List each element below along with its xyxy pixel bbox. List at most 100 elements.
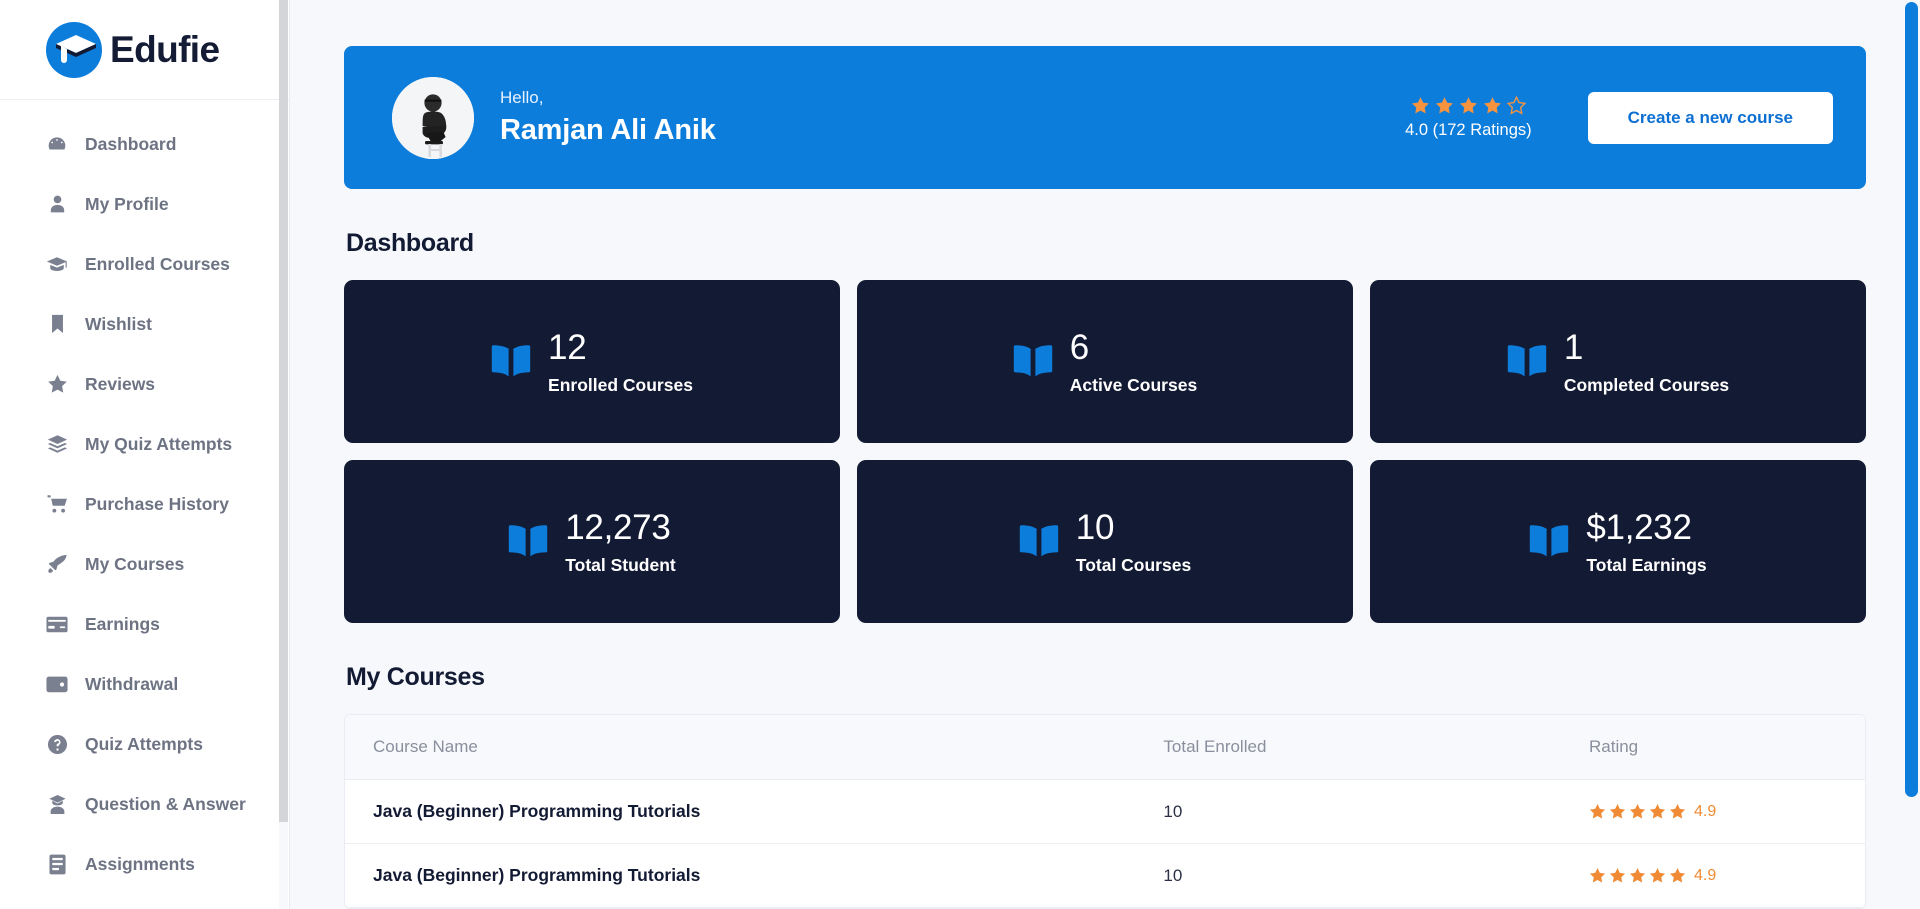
star-filled-icon	[1609, 867, 1626, 884]
cell-total-enrolled: 10	[1135, 780, 1561, 844]
stat-label: Enrolled Courses	[548, 375, 693, 396]
sidebar-item-my-profile[interactable]: My Profile	[0, 174, 289, 234]
instructor-rating: 4.0 (172 Ratings)	[1405, 96, 1532, 140]
sidebar-nav: Dashboard My Profile Enrolled Courses Wi…	[0, 100, 289, 909]
dashboard-title: Dashboard	[346, 229, 1866, 258]
stat-card-total-student[interactable]: 12,273 Total Student	[344, 460, 840, 623]
app-root: Edufie Dashboard My Profile Enrolled Cou	[0, 0, 1920, 909]
stat-text-block: 12 Enrolled Courses	[548, 327, 693, 395]
column-header-total-enrolled[interactable]: Total Enrolled	[1135, 715, 1561, 780]
banner-user-block: Hello, Ramjan Ali Anik	[392, 77, 716, 159]
cell-rating: 4.9	[1561, 780, 1865, 844]
sidebar-item-label: My Profile	[85, 194, 169, 215]
stat-value: 10	[1076, 507, 1191, 548]
sidebar-item-quiz-attempts[interactable]: Quiz Attempts	[0, 714, 289, 774]
user-name: Ramjan Ali Anik	[500, 111, 716, 150]
document-list-icon	[46, 853, 68, 875]
my-courses-title: My Courses	[346, 663, 1866, 692]
open-book-icon	[491, 344, 531, 380]
user-graduate-icon	[46, 793, 68, 815]
sidebar-item-label: My Courses	[85, 554, 184, 575]
stat-text-block: $1,232 Total Earnings	[1586, 507, 1706, 575]
sidebar-scrollbar-thumb[interactable]	[279, 0, 288, 822]
star-filled-icon	[1669, 803, 1686, 820]
sidebar-item-settings[interactable]: Settings	[0, 894, 289, 909]
rating-value: 4.9	[1694, 867, 1716, 885]
greeting-block: Hello, Ramjan Ali Anik	[500, 85, 716, 150]
stat-card-completed-courses[interactable]: 1 Completed Courses	[1370, 280, 1866, 443]
stat-text-block: 12,273 Total Student	[565, 507, 676, 575]
graduation-cap-icon	[46, 253, 68, 275]
rating-stars: 4.9	[1589, 803, 1865, 821]
stat-label: Total Courses	[1076, 555, 1191, 576]
stat-card-active-courses[interactable]: 6 Active Courses	[857, 280, 1353, 443]
stat-card-enrolled-courses[interactable]: 12 Enrolled Courses	[344, 280, 840, 443]
sidebar-item-label: Enrolled Courses	[85, 254, 230, 275]
column-header-rating[interactable]: Rating	[1561, 715, 1865, 780]
stat-value: 12,273	[565, 507, 676, 548]
star-filled-icon	[1649, 867, 1666, 884]
main-content: Hello, Ramjan Ali Anik 4.0 (172 Ratings)…	[290, 0, 1920, 909]
sidebar-item-wishlist[interactable]: Wishlist	[0, 294, 289, 354]
stat-card-total-earnings[interactable]: $1,232 Total Earnings	[1370, 460, 1866, 623]
sidebar-item-withdrawal[interactable]: Withdrawal	[0, 654, 289, 714]
stat-label: Active Courses	[1070, 375, 1197, 396]
sidebar-item-label: Question & Answer	[85, 794, 246, 815]
sidebar-item-label: Reviews	[85, 374, 155, 395]
stat-card-row-2: 12,273 Total Student 10 Total Courses	[344, 460, 1866, 623]
stat-label: Total Earnings	[1586, 555, 1706, 576]
sidebar-item-my-courses[interactable]: My Courses	[0, 534, 289, 594]
layers-icon	[46, 433, 68, 455]
cell-rating: 4.9	[1561, 844, 1865, 908]
graduation-cap-logo-icon	[46, 22, 102, 78]
star-filled-icon	[1589, 803, 1606, 820]
credit-card-icon	[46, 613, 68, 635]
rating-stars	[1405, 96, 1532, 115]
star-filled-icon	[1629, 803, 1646, 820]
stat-text-block: 6 Active Courses	[1070, 327, 1197, 395]
create-new-course-button[interactable]: Create a new course	[1588, 92, 1833, 144]
shopping-cart-icon	[46, 493, 68, 515]
sidebar-item-dashboard[interactable]: Dashboard	[0, 114, 289, 174]
table-row[interactable]: Java (Beginner) Programming Tutorials 10…	[345, 844, 1865, 908]
stat-label: Completed Courses	[1564, 375, 1729, 396]
rating-value: 4.9	[1694, 803, 1716, 821]
star-filled-icon	[1435, 96, 1454, 115]
bookmark-icon	[46, 313, 68, 335]
sidebar-item-enrolled-courses[interactable]: Enrolled Courses	[0, 234, 289, 294]
sidebar-item-label: Earnings	[85, 614, 160, 635]
open-book-icon	[1529, 524, 1569, 560]
sidebar-item-purchase-history[interactable]: Purchase History	[0, 474, 289, 534]
star-filled-icon	[1459, 96, 1478, 115]
greeting-text: Hello,	[500, 85, 716, 111]
sidebar-item-assignments[interactable]: Assignments	[0, 834, 289, 894]
open-book-icon	[508, 524, 548, 560]
sidebar-item-earnings[interactable]: Earnings	[0, 594, 289, 654]
sidebar-item-label: Wishlist	[85, 314, 152, 335]
stat-value: $1,232	[1586, 507, 1706, 548]
banner-right-block: 4.0 (172 Ratings) Create a new course	[1405, 92, 1833, 144]
sidebar-item-label: My Quiz Attempts	[85, 434, 232, 455]
star-filled-icon	[1483, 96, 1502, 115]
rating-label: 4.0 (172 Ratings)	[1405, 121, 1532, 140]
star-filled-icon	[1669, 867, 1686, 884]
column-header-course-name[interactable]: Course Name	[345, 715, 1135, 780]
brand-header[interactable]: Edufie	[0, 0, 289, 100]
rating-stars: 4.9	[1589, 867, 1865, 885]
sidebar-item-my-quiz-attempts[interactable]: My Quiz Attempts	[0, 414, 289, 474]
question-circle-icon	[46, 733, 68, 755]
open-book-icon	[1019, 524, 1059, 560]
my-courses-table: Course Name Total Enrolled Rating Java (…	[344, 714, 1866, 909]
star-outline-icon	[1507, 96, 1526, 115]
open-book-icon	[1013, 344, 1053, 380]
stat-card-total-courses[interactable]: 10 Total Courses	[857, 460, 1353, 623]
stat-card-row-1: 12 Enrolled Courses 6 Active Courses	[344, 280, 1866, 443]
sidebar-item-question-answer[interactable]: Question & Answer	[0, 774, 289, 834]
page-scrollbar-thumb[interactable]	[1905, 2, 1918, 797]
stat-value: 12	[548, 327, 693, 368]
star-filled-icon	[1589, 867, 1606, 884]
table-row[interactable]: Java (Beginner) Programming Tutorials 10…	[345, 780, 1865, 844]
sidebar-item-label: Dashboard	[85, 134, 176, 155]
sidebar-item-reviews[interactable]: Reviews	[0, 354, 289, 414]
star-filled-icon	[1629, 867, 1646, 884]
